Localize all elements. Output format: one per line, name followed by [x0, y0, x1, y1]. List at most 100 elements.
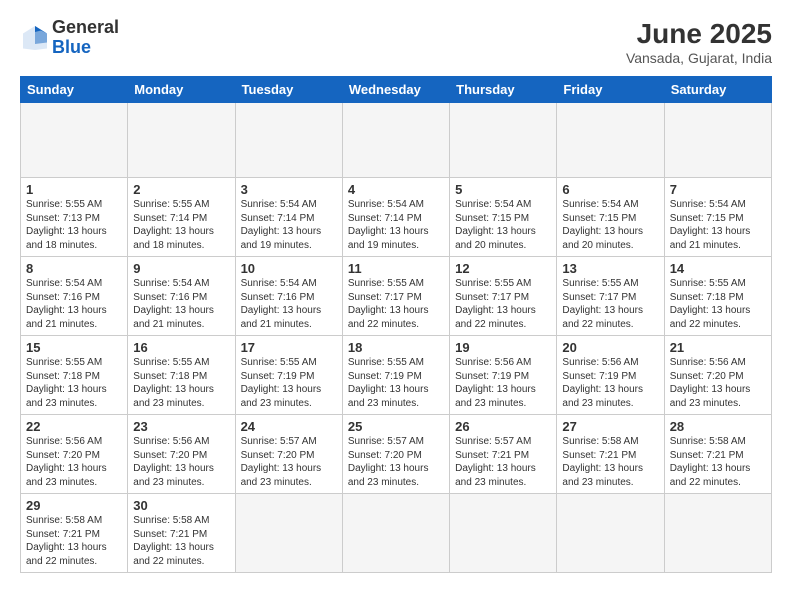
table-row: 10 Sunrise: 5:54 AM Sunset: 7:16 PM Dayl…	[235, 257, 342, 336]
table-row: 25 Sunrise: 5:57 AM Sunset: 7:20 PM Dayl…	[342, 415, 449, 494]
calendar-week-row: 8 Sunrise: 5:54 AM Sunset: 7:16 PM Dayli…	[21, 257, 772, 336]
table-row: 19 Sunrise: 5:56 AM Sunset: 7:19 PM Dayl…	[450, 336, 557, 415]
table-row: 11 Sunrise: 5:55 AM Sunset: 7:17 PM Dayl…	[342, 257, 449, 336]
header-friday: Friday	[557, 77, 664, 103]
month-title: June 2025	[626, 18, 772, 50]
table-row: 12 Sunrise: 5:55 AM Sunset: 7:17 PM Dayl…	[450, 257, 557, 336]
table-row: 14 Sunrise: 5:55 AM Sunset: 7:18 PM Dayl…	[664, 257, 771, 336]
day-number: 21	[670, 340, 766, 355]
day-info: Sunrise: 5:55 AM Sunset: 7:17 PM Dayligh…	[562, 277, 658, 331]
day-info: Sunrise: 5:54 AM Sunset: 7:16 PM Dayligh…	[26, 277, 122, 331]
calendar-week-row: 15 Sunrise: 5:55 AM Sunset: 7:18 PM Dayl…	[21, 336, 772, 415]
day-number: 29	[26, 498, 122, 513]
day-number: 23	[133, 419, 229, 434]
table-row	[664, 103, 771, 178]
table-row	[557, 103, 664, 178]
table-row: 3 Sunrise: 5:54 AM Sunset: 7:14 PM Dayli…	[235, 178, 342, 257]
table-row: 5 Sunrise: 5:54 AM Sunset: 7:15 PM Dayli…	[450, 178, 557, 257]
day-number: 10	[241, 261, 337, 276]
table-row: 26 Sunrise: 5:57 AM Sunset: 7:21 PM Dayl…	[450, 415, 557, 494]
day-number: 2	[133, 182, 229, 197]
day-info: Sunrise: 5:55 AM Sunset: 7:18 PM Dayligh…	[133, 356, 229, 410]
day-info: Sunrise: 5:57 AM Sunset: 7:20 PM Dayligh…	[348, 435, 444, 489]
day-number: 12	[455, 261, 551, 276]
calendar-week-row	[21, 103, 772, 178]
day-info: Sunrise: 5:58 AM Sunset: 7:21 PM Dayligh…	[26, 514, 122, 568]
header-sunday: Sunday	[21, 77, 128, 103]
day-number: 7	[670, 182, 766, 197]
table-row: 15 Sunrise: 5:55 AM Sunset: 7:18 PM Dayl…	[21, 336, 128, 415]
day-info: Sunrise: 5:54 AM Sunset: 7:15 PM Dayligh…	[670, 198, 766, 252]
table-row: 27 Sunrise: 5:58 AM Sunset: 7:21 PM Dayl…	[557, 415, 664, 494]
day-info: Sunrise: 5:56 AM Sunset: 7:20 PM Dayligh…	[26, 435, 122, 489]
day-info: Sunrise: 5:56 AM Sunset: 7:19 PM Dayligh…	[562, 356, 658, 410]
table-row	[21, 103, 128, 178]
day-info: Sunrise: 5:57 AM Sunset: 7:21 PM Dayligh…	[455, 435, 551, 489]
day-info: Sunrise: 5:55 AM Sunset: 7:18 PM Dayligh…	[670, 277, 766, 331]
day-number: 13	[562, 261, 658, 276]
day-info: Sunrise: 5:56 AM Sunset: 7:20 PM Dayligh…	[133, 435, 229, 489]
calendar-week-row: 22 Sunrise: 5:56 AM Sunset: 7:20 PM Dayl…	[21, 415, 772, 494]
header-tuesday: Tuesday	[235, 77, 342, 103]
table-row: 9 Sunrise: 5:54 AM Sunset: 7:16 PM Dayli…	[128, 257, 235, 336]
table-row: 22 Sunrise: 5:56 AM Sunset: 7:20 PM Dayl…	[21, 415, 128, 494]
weekday-header-row: Sunday Monday Tuesday Wednesday Thursday…	[21, 77, 772, 103]
table-row: 17 Sunrise: 5:55 AM Sunset: 7:19 PM Dayl…	[235, 336, 342, 415]
table-row	[342, 103, 449, 178]
table-row: 1 Sunrise: 5:55 AM Sunset: 7:13 PM Dayli…	[21, 178, 128, 257]
day-number: 30	[133, 498, 229, 513]
day-number: 5	[455, 182, 551, 197]
table-row: 28 Sunrise: 5:58 AM Sunset: 7:21 PM Dayl…	[664, 415, 771, 494]
table-row: 16 Sunrise: 5:55 AM Sunset: 7:18 PM Dayl…	[128, 336, 235, 415]
table-row: 21 Sunrise: 5:56 AM Sunset: 7:20 PM Dayl…	[664, 336, 771, 415]
day-number: 17	[241, 340, 337, 355]
table-row: 24 Sunrise: 5:57 AM Sunset: 7:20 PM Dayl…	[235, 415, 342, 494]
table-row	[557, 494, 664, 573]
day-number: 24	[241, 419, 337, 434]
table-row: 23 Sunrise: 5:56 AM Sunset: 7:20 PM Dayl…	[128, 415, 235, 494]
header-monday: Monday	[128, 77, 235, 103]
table-row: 20 Sunrise: 5:56 AM Sunset: 7:19 PM Dayl…	[557, 336, 664, 415]
day-number: 6	[562, 182, 658, 197]
day-info: Sunrise: 5:55 AM Sunset: 7:19 PM Dayligh…	[241, 356, 337, 410]
day-info: Sunrise: 5:56 AM Sunset: 7:20 PM Dayligh…	[670, 356, 766, 410]
header-thursday: Thursday	[450, 77, 557, 103]
table-row	[450, 103, 557, 178]
logo: General Blue	[20, 18, 119, 58]
logo-general-text: General	[52, 18, 119, 38]
page: General Blue June 2025 Vansada, Gujarat,…	[0, 0, 792, 583]
table-row	[128, 103, 235, 178]
table-row: 8 Sunrise: 5:54 AM Sunset: 7:16 PM Dayli…	[21, 257, 128, 336]
day-info: Sunrise: 5:54 AM Sunset: 7:16 PM Dayligh…	[133, 277, 229, 331]
day-number: 27	[562, 419, 658, 434]
day-number: 20	[562, 340, 658, 355]
day-number: 3	[241, 182, 337, 197]
header-saturday: Saturday	[664, 77, 771, 103]
day-info: Sunrise: 5:55 AM Sunset: 7:13 PM Dayligh…	[26, 198, 122, 252]
table-row: 30 Sunrise: 5:58 AM Sunset: 7:21 PM Dayl…	[128, 494, 235, 573]
table-row: 4 Sunrise: 5:54 AM Sunset: 7:14 PM Dayli…	[342, 178, 449, 257]
title-block: June 2025 Vansada, Gujarat, India	[626, 18, 772, 66]
day-info: Sunrise: 5:55 AM Sunset: 7:17 PM Dayligh…	[455, 277, 551, 331]
logo-blue-text: Blue	[52, 38, 119, 58]
calendar-week-row: 29 Sunrise: 5:58 AM Sunset: 7:21 PM Dayl…	[21, 494, 772, 573]
day-info: Sunrise: 5:54 AM Sunset: 7:14 PM Dayligh…	[348, 198, 444, 252]
day-info: Sunrise: 5:58 AM Sunset: 7:21 PM Dayligh…	[670, 435, 766, 489]
day-info: Sunrise: 5:54 AM Sunset: 7:15 PM Dayligh…	[455, 198, 551, 252]
day-number: 28	[670, 419, 766, 434]
day-info: Sunrise: 5:55 AM Sunset: 7:17 PM Dayligh…	[348, 277, 444, 331]
calendar-table: Sunday Monday Tuesday Wednesday Thursday…	[20, 76, 772, 573]
logo-icon	[20, 23, 50, 53]
day-info: Sunrise: 5:58 AM Sunset: 7:21 PM Dayligh…	[562, 435, 658, 489]
day-number: 26	[455, 419, 551, 434]
day-number: 15	[26, 340, 122, 355]
table-row	[235, 103, 342, 178]
table-row	[664, 494, 771, 573]
header-wednesday: Wednesday	[342, 77, 449, 103]
day-number: 19	[455, 340, 551, 355]
table-row: 29 Sunrise: 5:58 AM Sunset: 7:21 PM Dayl…	[21, 494, 128, 573]
day-number: 4	[348, 182, 444, 197]
day-info: Sunrise: 5:54 AM Sunset: 7:16 PM Dayligh…	[241, 277, 337, 331]
day-number: 1	[26, 182, 122, 197]
day-number: 11	[348, 261, 444, 276]
